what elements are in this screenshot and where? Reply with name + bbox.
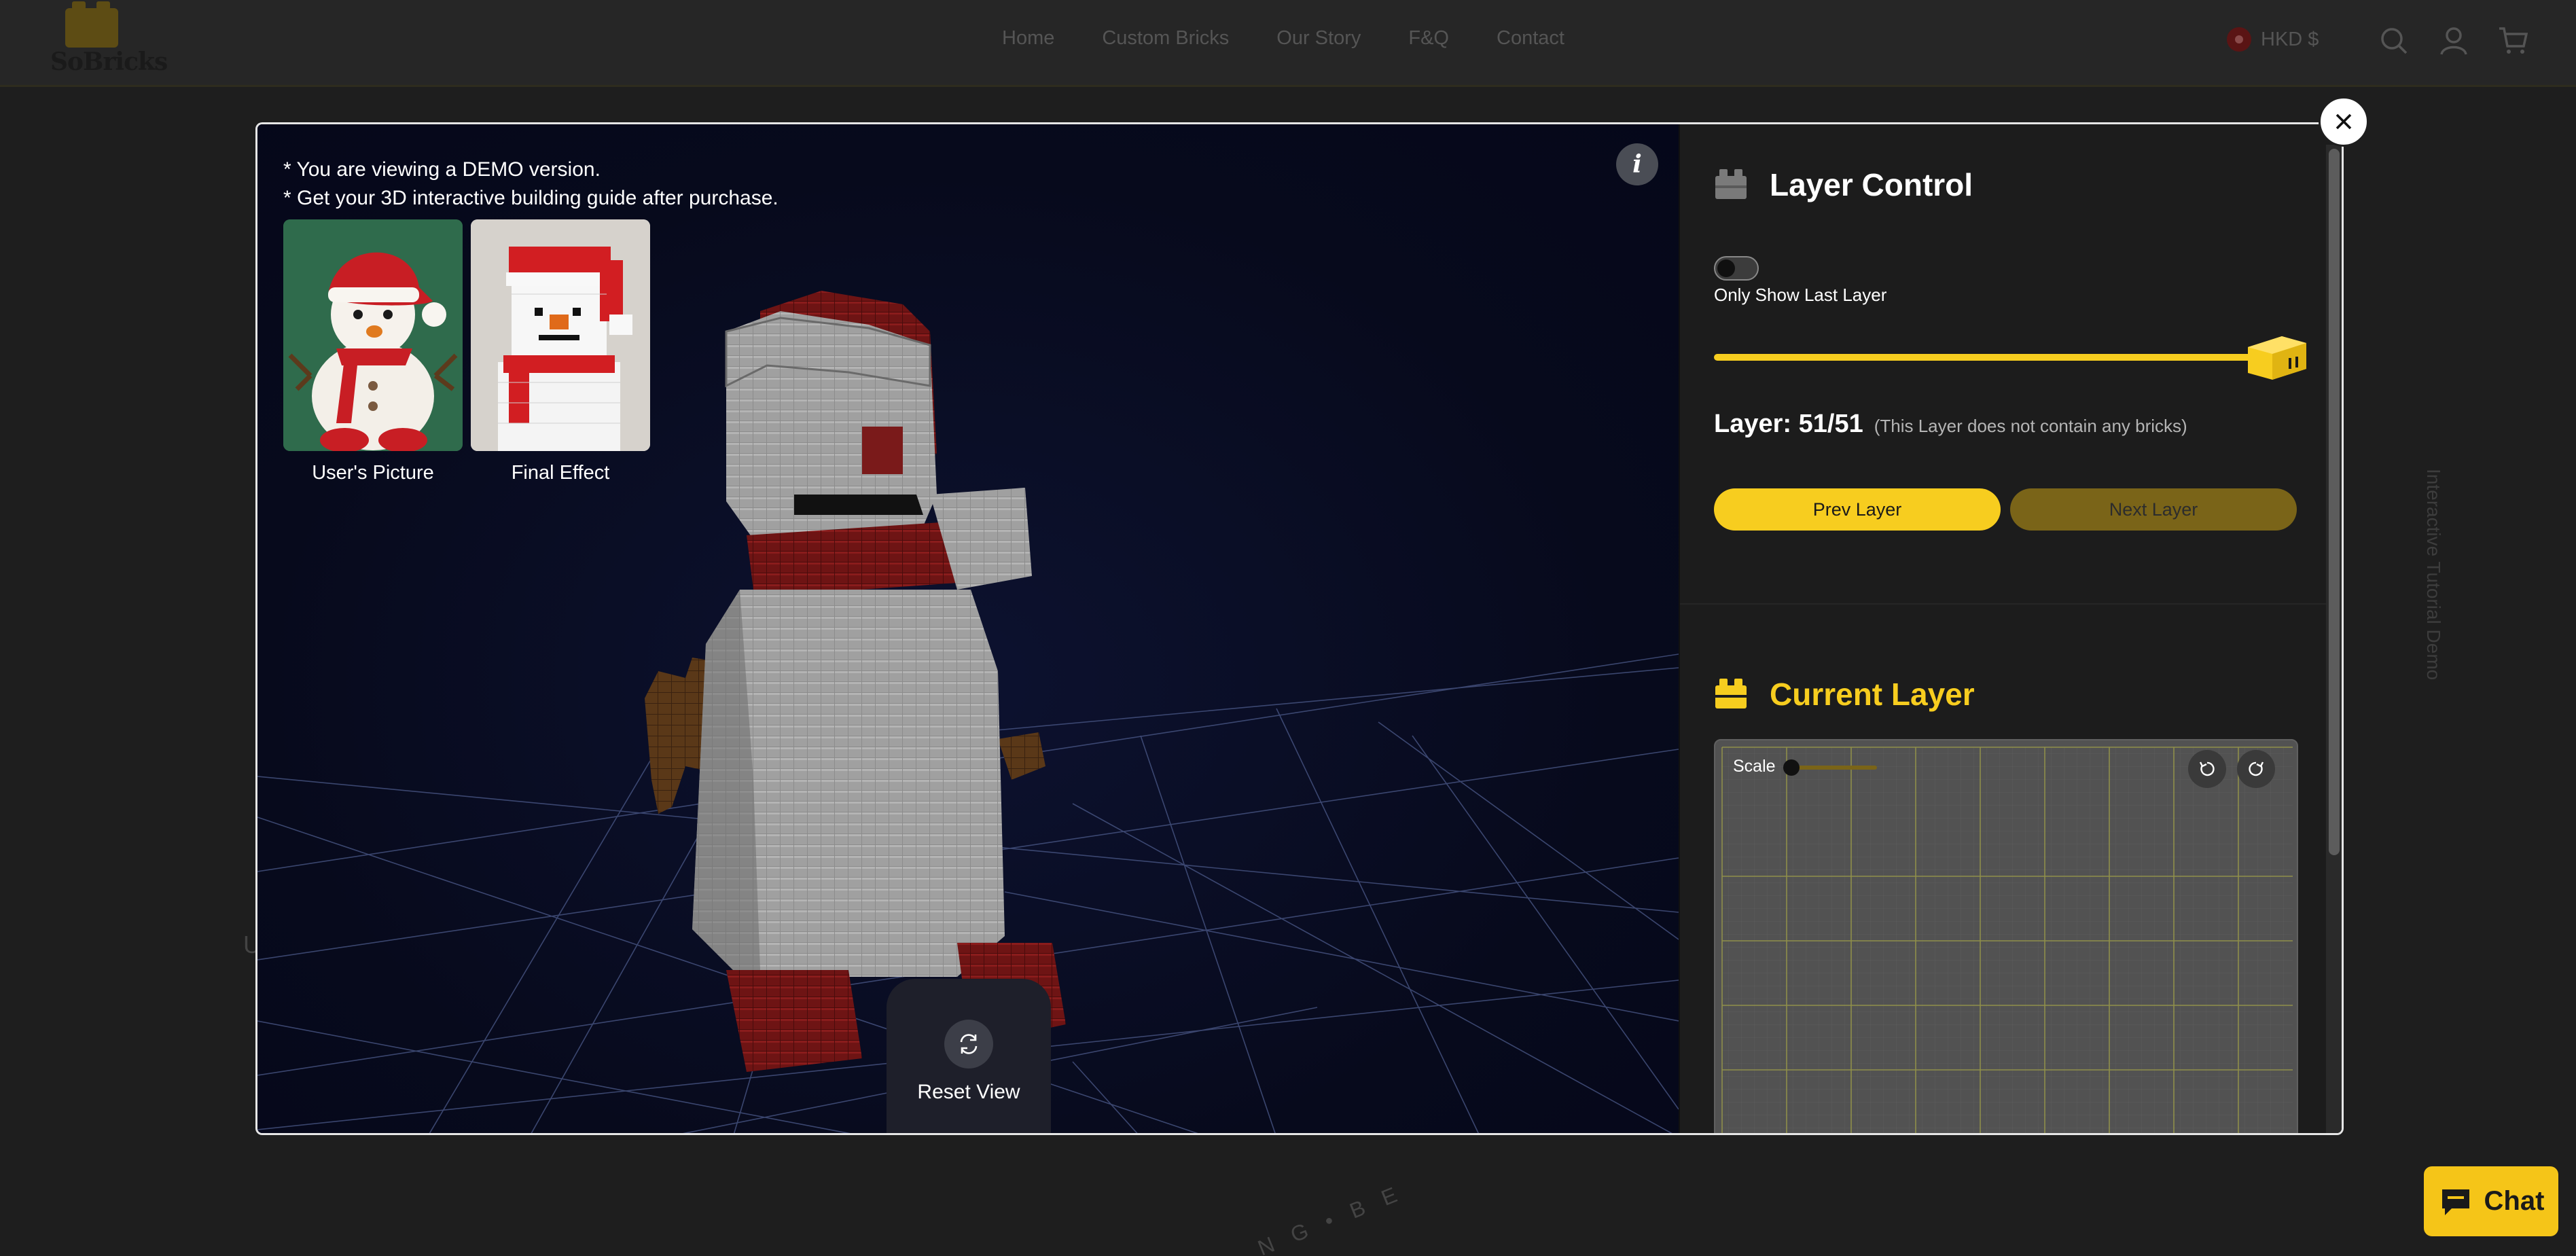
layers-brick-icon — [1715, 169, 1747, 199]
nav-contact[interactable]: Contact — [1497, 27, 1564, 50]
rotate-left-button[interactable] — [2188, 750, 2226, 788]
demo-notice: * You are viewing a DEMO version. * Get … — [283, 156, 779, 213]
layer-control-title: Layer Control — [1770, 167, 1973, 202]
layer-counter: Layer: 51/51 — [1714, 410, 1863, 438]
3d-viewer[interactable]: * You are viewing a DEMO version. * Get … — [257, 124, 1679, 1133]
main-nav: Home Custom Bricks Our Story F&Q Contact — [1002, 27, 1564, 50]
demo-note-line-1: * You are viewing a DEMO version. — [283, 158, 601, 181]
sobricks-logo[interactable]: SoBricks — [49, 1, 168, 76]
side-tab-label: Interactive Tutorial Demo — [2423, 469, 2444, 681]
logo-brick-icon — [65, 1, 118, 48]
final-effect-label: Final Effect — [511, 462, 610, 484]
next-layer-button[interactable]: Next Layer — [2010, 488, 2297, 531]
scale-slider-thumb[interactable] — [1783, 759, 1800, 776]
info-button[interactable]: i — [1616, 143, 1658, 185]
close-modal-button[interactable] — [2319, 96, 2369, 147]
layer-note: (This Layer does not contain any bricks) — [1874, 416, 2187, 436]
current-layer-title: Current Layer — [1770, 677, 1975, 712]
snowman-brick-model — [645, 291, 1066, 1072]
layer-slider-handle[interactable] — [2241, 334, 2309, 381]
users-picture-label: User's Picture — [312, 462, 434, 484]
snowman-photo-image — [283, 219, 463, 451]
panel-scrollbar-thumb[interactable] — [2329, 149, 2340, 855]
prev-layer-button[interactable]: Prev Layer — [1714, 488, 2001, 531]
final-effect-thumbnail[interactable] — [471, 219, 650, 451]
site-header: SoBricks Home Custom Bricks Our Story F&… — [0, 0, 2576, 87]
currency-label: HKD $ — [2261, 28, 2319, 50]
rotate-right-button[interactable] — [2237, 750, 2275, 788]
current-layer-brick-icon — [1715, 679, 1747, 708]
layer-status: Layer: 51/51 (This Layer does not contai… — [1714, 410, 2187, 439]
users-picture-thumbnail[interactable] — [283, 219, 463, 451]
close-icon — [2336, 113, 2352, 130]
rotate-right-icon — [2249, 761, 2264, 776]
section-divider — [1680, 603, 2326, 605]
logo-text: SoBricks — [50, 48, 168, 76]
hk-flag-icon — [2227, 27, 2251, 52]
reset-view-button[interactable]: Reset View — [887, 979, 1051, 1133]
rotate-left-icon — [2199, 761, 2215, 776]
refresh-icon — [944, 1020, 993, 1069]
currency-selector[interactable]: HKD $ — [2227, 27, 2319, 52]
account-icon[interactable] — [2439, 26, 2469, 56]
reset-view-label: Reset View — [917, 1081, 1020, 1103]
nav-fq[interactable]: F&Q — [1408, 27, 1449, 50]
layer-slider-track[interactable] — [1714, 354, 2291, 361]
only-show-last-layer-toggle[interactable] — [1714, 256, 1759, 281]
cart-icon[interactable] — [2498, 26, 2528, 56]
nav-our-story[interactable]: Our Story — [1276, 27, 1361, 50]
chat-label: Chat — [2484, 1186, 2545, 1216]
only-show-last-layer-label: Only Show Last Layer — [1714, 285, 1887, 305]
chat-button[interactable]: Chat — [2424, 1166, 2558, 1236]
scale-slider-track[interactable] — [1787, 766, 1877, 770]
current-layer-grid[interactable]: Scale — [1714, 739, 2298, 1133]
layer-grid-lines — [1721, 747, 2293, 1133]
demo-note-line-2: * Get your 3D interactive building guide… — [283, 187, 779, 209]
control-panel: Layer Control Only Show Last Layer Layer… — [1679, 124, 2342, 1133]
search-icon[interactable] — [2379, 26, 2409, 56]
chat-bubble-icon — [2441, 1189, 2469, 1215]
brick-snowman-image — [471, 219, 650, 451]
nav-custom-bricks[interactable]: Custom Bricks — [1102, 27, 1229, 50]
tutorial-modal: * You are viewing a DEMO version. * Get … — [255, 122, 2344, 1135]
background-circular-text: N G • B E — [1254, 1179, 1407, 1256]
scale-label: Scale — [1733, 757, 1776, 776]
nav-home[interactable]: Home — [1002, 27, 1054, 50]
interactive-tutorial-tab[interactable]: Interactive Tutorial Demo — [2418, 469, 2451, 740]
